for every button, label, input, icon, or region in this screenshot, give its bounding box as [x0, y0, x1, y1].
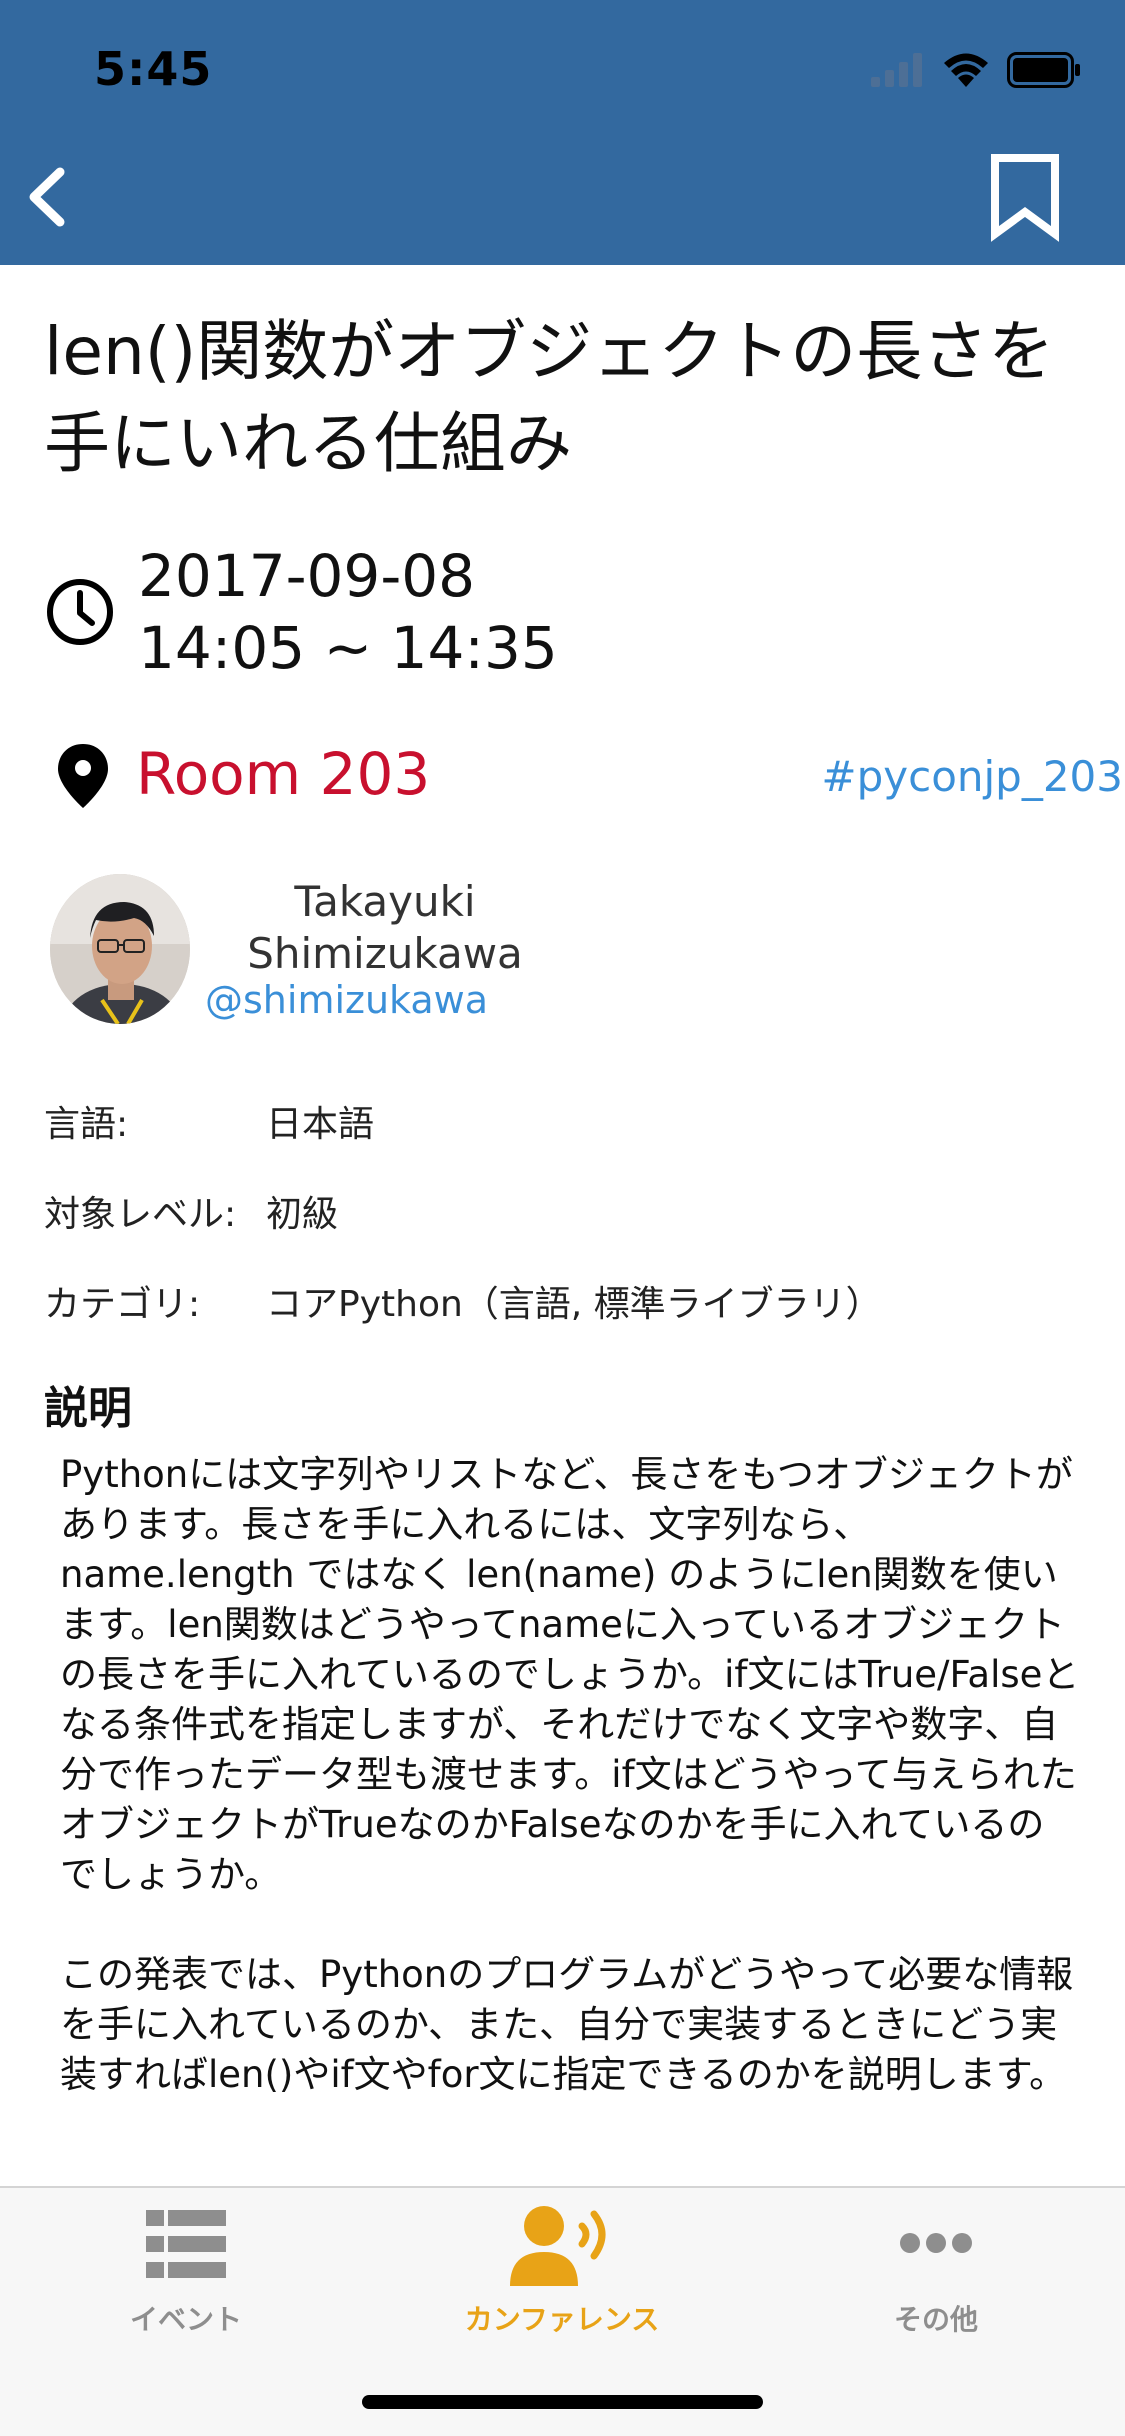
meta-category-value: コアPython（言語, 標準ライブラリ）	[266, 1284, 882, 1325]
status-time: 5:45	[94, 42, 213, 96]
speaker-icon	[510, 2206, 606, 2286]
avatar	[50, 874, 190, 1024]
tab-conference-label: カンファレンス	[464, 2303, 660, 2336]
status-icons	[871, 48, 1081, 92]
chevron-left-icon[interactable]	[14, 150, 94, 240]
session-detail-screen: 5:45 len()関数がオブジェクトの長さを手にいれる仕組み 2017-09-…	[0, 0, 1125, 2436]
description-paragraph-2: この発表では、Pythonのプログラムがどうやって必要な情報を手に入れているのか…	[60, 1953, 1074, 2096]
hashtag-link[interactable]: #pyconjp_203	[821, 752, 1123, 801]
meta-level-value: 初級	[266, 1194, 339, 1235]
tab-conference[interactable]: カンファレンス	[412, 2188, 712, 2368]
clock-icon	[47, 579, 113, 645]
tab-events[interactable]: イベント	[36, 2188, 336, 2368]
description-body: Pythonには文字列やリストなど、長さをもつオブジェクトがあります。長さを手に…	[60, 1450, 1080, 2100]
list-icon	[146, 2210, 226, 2278]
home-indicator[interactable]	[362, 2395, 763, 2409]
meta-level-label: 対象レベル:	[44, 1194, 237, 1235]
session-date: 2017-09-08	[138, 542, 476, 610]
tab-events-label: イベント	[129, 2303, 242, 2336]
bookmark-icon[interactable]	[985, 152, 1065, 242]
speaker-photo	[50, 874, 190, 1024]
session-title: len()関数がオブジェクトの長さを手にいれる仕組み	[44, 313, 1055, 482]
speaker-handle-link[interactable]: @shimizukawa	[205, 978, 488, 1022]
room-name: Room 203	[136, 740, 431, 808]
location-pin-icon	[58, 744, 108, 808]
datetime-text: 2017-09-08 14:05 ~ 14:35	[138, 540, 558, 684]
meta-category-label: カテゴリ:	[44, 1284, 201, 1325]
wifi-icon	[944, 53, 988, 87]
room-row: Room 203 #pyconjp_203	[44, 730, 1124, 830]
navigation-header: 5:45	[0, 0, 1125, 265]
more-icon	[900, 2233, 972, 2253]
meta-language-value: 日本語	[266, 1104, 375, 1145]
description-heading: 説明	[44, 1383, 132, 1434]
battery-icon	[1007, 52, 1080, 88]
session-datetime: 2017-09-08 14:05 ~ 14:35	[44, 540, 558, 684]
tab-other[interactable]: その他	[786, 2188, 1086, 2368]
signal-icon	[871, 53, 922, 87]
speaker-name: Takayuki Shimizukawa	[247, 877, 523, 978]
meta-language-label: 言語:	[44, 1104, 129, 1145]
description-paragraph-1: Pythonには文字列やリストなど、長さをもつオブジェクトがあります。長さを手に…	[60, 1453, 1080, 1896]
speaker-card[interactable]: Takayuki Shimizukawa @shimizukawa	[50, 870, 750, 1030]
tab-other-label: その他	[893, 2303, 978, 2336]
session-time: 14:05 ~ 14:35	[138, 614, 558, 682]
